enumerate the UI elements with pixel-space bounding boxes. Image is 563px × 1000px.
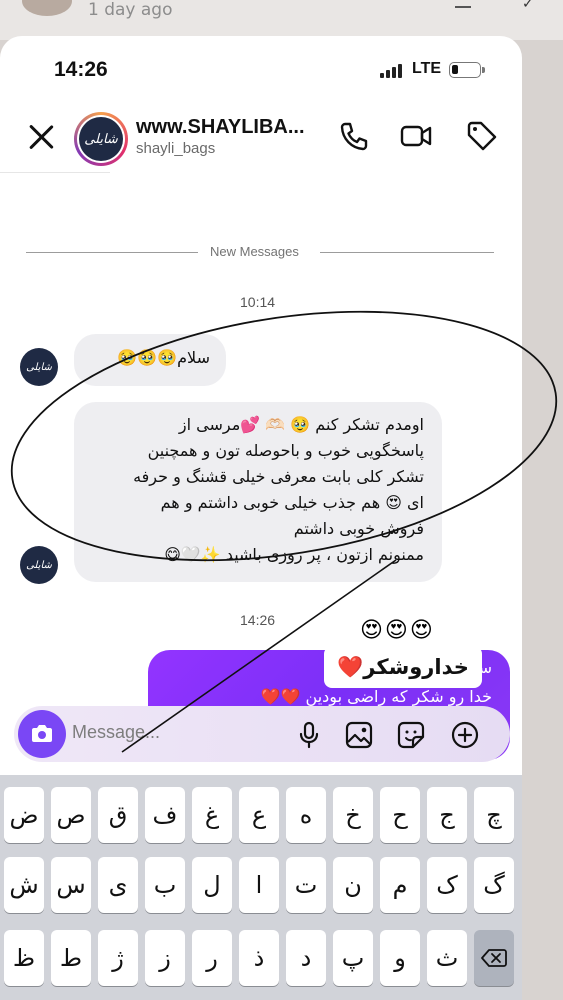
message-input[interactable] — [72, 722, 272, 743]
key[interactable]: ج — [427, 787, 467, 843]
key[interactable]: ا — [239, 857, 279, 913]
key[interactable]: ل — [192, 857, 232, 913]
backdrop-minus-icon — [455, 6, 471, 8]
key[interactable]: و — [380, 930, 420, 986]
key[interactable]: پ — [333, 930, 373, 986]
video-call-icon[interactable] — [398, 118, 434, 154]
signal-icon — [380, 64, 406, 78]
message-composer — [14, 706, 510, 762]
backspace-icon — [481, 949, 507, 967]
key[interactable]: ط — [51, 930, 91, 986]
gallery-icon[interactable] — [344, 720, 374, 750]
key[interactable]: غ — [192, 787, 232, 843]
text-sticker: خداروشکر❤️ — [324, 646, 482, 688]
timestamp: 10:14 — [240, 294, 276, 310]
camera-button[interactable] — [18, 710, 66, 758]
phone-icon[interactable] — [336, 118, 372, 154]
keyboard: ض ص ق ف غ ع ه خ ح ج چ ش س ی ب ل ا ت ن م … — [0, 775, 522, 1000]
key[interactable]: د — [286, 930, 326, 986]
key[interactable]: ت — [286, 857, 326, 913]
status-time: 14:26 — [54, 58, 108, 81]
avatar-logo: شایلی — [79, 117, 123, 161]
network-label: LTE — [412, 60, 442, 77]
key[interactable]: ژ — [98, 930, 138, 986]
message-line: خدا رو شکر که راضی بودین ❤️❤️ — [260, 687, 492, 706]
key[interactable]: م — [380, 857, 420, 913]
key[interactable]: ح — [380, 787, 420, 843]
key[interactable]: ر — [192, 930, 232, 986]
key[interactable]: س — [51, 857, 91, 913]
emoji-sticker: 😍😍😍 — [360, 618, 435, 643]
message-line: ممنونم ازتون ، پر روزی باشید ✨🤍😋 — [164, 545, 424, 564]
timestamp: 14:26 — [240, 612, 276, 628]
new-messages-label: New Messages — [210, 244, 299, 259]
camera-icon — [32, 725, 52, 742]
battery-icon — [449, 62, 485, 78]
message-line: ای 😍 هم جذب خیلی خوبی داشتم و هم — [160, 493, 424, 512]
key[interactable]: چ — [474, 787, 514, 843]
contact-username[interactable]: shayli_bags — [136, 140, 215, 157]
key[interactable]: ی — [98, 857, 138, 913]
key[interactable]: ظ — [4, 930, 44, 986]
contact-name[interactable]: www.SHAYLIBA... — [136, 116, 305, 139]
sender-avatar[interactable]: شایلی — [20, 546, 58, 584]
backdrop-check-icon: ✓ — [522, 0, 534, 12]
key[interactable]: گ — [474, 857, 514, 913]
key[interactable]: ش — [4, 857, 44, 913]
key[interactable]: ض — [4, 787, 44, 843]
key[interactable]: ک — [427, 857, 467, 913]
key[interactable]: ه — [286, 787, 326, 843]
tag-icon[interactable] — [464, 118, 500, 154]
header-divider — [0, 172, 110, 173]
message-bubble[interactable]: اومدم تشکر کنم 🥹 🫶🏻 💕مرسی از پاسخگویی خو… — [74, 402, 442, 582]
message-line: تشکر کلی بابت معرفی خیلی قشنگ و حرفه — [133, 467, 424, 486]
backspace-key[interactable] — [474, 930, 514, 986]
key[interactable]: ف — [145, 787, 185, 843]
sender-avatar[interactable]: شایلی — [20, 348, 58, 386]
key[interactable]: ص — [51, 787, 91, 843]
contact-avatar[interactable]: شایلی — [74, 112, 128, 166]
message-line: فروش خوبی داشتم — [293, 519, 424, 538]
divider-line — [320, 252, 494, 253]
message-line: پاسخگویی خوب و باحوصله تون و همچنین — [147, 441, 424, 460]
close-button[interactable] — [24, 120, 58, 154]
divider-line — [26, 252, 198, 253]
key[interactable]: ز — [145, 930, 185, 986]
backdrop-bar — [0, 0, 563, 40]
key[interactable]: ق — [98, 787, 138, 843]
backdrop-time: 1 day ago — [88, 0, 173, 20]
key[interactable]: ث — [427, 930, 467, 986]
microphone-icon[interactable] — [294, 720, 324, 750]
key[interactable]: ذ — [239, 930, 279, 986]
add-icon[interactable] — [450, 720, 480, 750]
sticker-icon[interactable] — [396, 720, 426, 750]
key[interactable]: ب — [145, 857, 185, 913]
message-bubble[interactable]: سلام🥹🥹🥹 — [74, 334, 226, 386]
key[interactable]: ع — [239, 787, 279, 843]
key[interactable]: ن — [333, 857, 373, 913]
key[interactable]: خ — [333, 787, 373, 843]
message-line: اومدم تشکر کنم 🥹 🫶🏻 💕مرسی از — [178, 415, 424, 434]
